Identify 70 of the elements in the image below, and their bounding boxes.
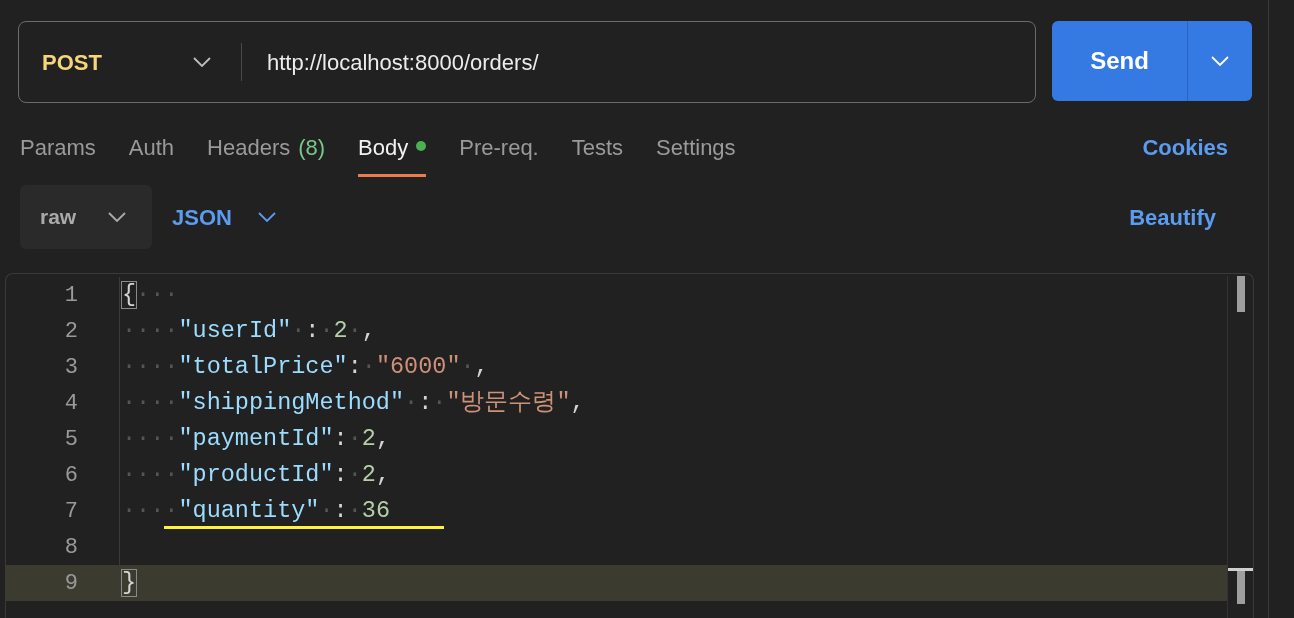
whitespace-marker: · <box>347 462 362 488</box>
json-punctuation: : <box>418 390 433 416</box>
line-number: 4 <box>63 389 78 418</box>
tab[interactable]: Params <box>20 131 96 177</box>
whitespace-marker: · <box>347 426 362 452</box>
line-number: 6 <box>63 461 78 490</box>
tab[interactable]: Headers (8) <box>207 131 326 177</box>
tab[interactable]: Tests <box>571 131 624 177</box>
whitespace-marker: · <box>347 318 362 344</box>
json-punctuation: , <box>570 390 585 416</box>
whitespace-marker: ···· <box>122 498 179 524</box>
chevron-down-icon <box>257 212 276 222</box>
whitespace-marker: · <box>347 498 362 524</box>
tab[interactable]: Auth <box>128 131 175 177</box>
line-number: 1 <box>63 281 78 310</box>
json-punctuation: : <box>347 354 362 380</box>
body-mode-dropdown[interactable]: raw <box>20 185 152 249</box>
line-number: 2 <box>63 317 78 346</box>
json-punctuation: : <box>333 498 348 524</box>
method-dropdown[interactable]: POST <box>19 22 241 102</box>
json-key: "userId" <box>178 318 292 344</box>
json-number: 36 <box>361 498 390 524</box>
json-number: 2 <box>333 318 348 344</box>
json-punctuation: : <box>333 426 348 452</box>
whitespace-marker: ···· <box>122 462 179 488</box>
whitespace-marker: · <box>361 354 376 380</box>
json-key: "shippingMethod" <box>178 390 405 416</box>
whitespace-marker: · <box>319 498 334 524</box>
json-brace: } <box>122 570 137 596</box>
json-punctuation: , <box>375 462 390 488</box>
tab[interactable]: Settings <box>656 131 736 177</box>
json-string: "6000" <box>375 354 461 380</box>
whitespace-marker: ···· <box>122 426 179 452</box>
json-number: 2 <box>361 462 376 488</box>
whitespace-marker: · <box>460 354 475 380</box>
whitespace-marker: ···· <box>122 354 179 380</box>
json-number: 2 <box>361 426 376 452</box>
json-punctuation: : <box>305 318 320 344</box>
whitespace-marker: · <box>404 390 419 416</box>
whitespace-marker: ···· <box>122 390 179 416</box>
chevron-down-icon <box>193 57 211 67</box>
json-key: "productId" <box>178 462 334 488</box>
json-punctuation: : <box>333 462 348 488</box>
beautify-link[interactable]: Beautify <box>1129 200 1216 234</box>
json-key: "quantity" <box>178 498 320 524</box>
json-punctuation: , <box>474 354 489 380</box>
format-dropdown[interactable]: JSON <box>172 200 276 234</box>
json-key: "paymentId" <box>178 426 334 452</box>
json-brace: { <box>122 282 137 308</box>
whitespace-marker: · <box>319 318 334 344</box>
json-punctuation: , <box>361 318 376 344</box>
line-number: 9 <box>63 569 78 598</box>
line-number: 7 <box>63 497 78 526</box>
whitespace-marker: · <box>291 318 306 344</box>
whitespace-marker: ···· <box>122 318 179 344</box>
json-string: "방문수령" <box>446 390 571 416</box>
chevron-down-icon <box>1211 56 1229 66</box>
whitespace-marker: · <box>432 390 447 416</box>
code-editor[interactable]: 1 {··· 2 ····"userId"·:·2·, 3 ····"totalPrice":·"6000"·, 4 ····"shippingMethod"·:·"방문수령", 5 ····"paymentId":·2, 6 ····"productId":·2, 7 ····"quantity"·:·36 8 9 } <box>5 273 1254 618</box>
tab[interactable]: Pre-req. <box>459 131 539 177</box>
tab[interactable]: Body <box>358 131 427 177</box>
json-punctuation: , <box>375 426 390 452</box>
line-number: 8 <box>63 533 78 562</box>
whitespace-marker: ··· <box>136 282 179 308</box>
line-number: 3 <box>63 353 78 382</box>
url-field[interactable]: http://localhost:8000/orders/ <box>242 22 1035 102</box>
cookies-link[interactable]: Cookies <box>1142 131 1228 164</box>
json-key: "totalPrice" <box>178 354 348 380</box>
line-number: 5 <box>63 425 78 454</box>
chevron-down-icon <box>108 212 126 222</box>
